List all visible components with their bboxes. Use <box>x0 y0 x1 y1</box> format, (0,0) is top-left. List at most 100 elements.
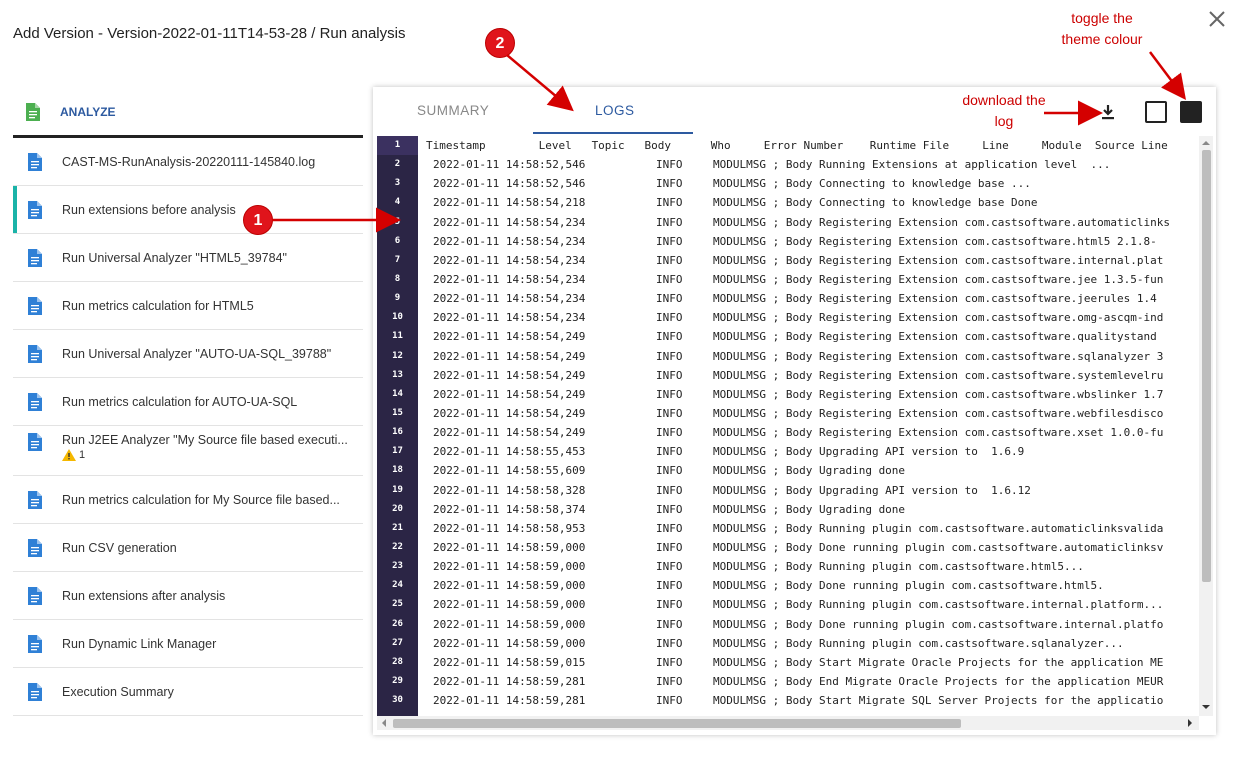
download-icon[interactable] <box>1099 103 1117 121</box>
log-body: MODULMSG ; Body Done running plugin com.… <box>713 617 1164 631</box>
step-label: Run metrics calculation for AUTO-UA-SQL <box>62 394 298 409</box>
log-row: 2022-01-11 14:58:59,000 INFO MODULMSG ; Bo… <box>418 576 1200 595</box>
step-label: Run extensions after analysis <box>62 588 226 603</box>
light-theme-toggle[interactable] <box>1145 101 1167 123</box>
log-level: INFO <box>656 215 683 229</box>
line-number: 23 <box>392 561 403 572</box>
log-timestamp: 2022-01-11 14:58:54,218 <box>433 196 586 210</box>
tab-summary[interactable]: SUMMARY <box>417 103 489 118</box>
log-timestamp: 2022-01-11 14:58:54,249 <box>433 426 586 440</box>
step-item[interactable]: Run CSV generation <box>13 524 363 572</box>
file-icon <box>28 586 42 605</box>
warning-count: 1 <box>62 449 348 461</box>
log-row: 2022-01-11 14:58:54,218 INFO MODULMSG ; Bo… <box>418 193 1200 212</box>
log-timestamp: 2022-01-11 14:58:55,453 <box>433 445 586 459</box>
log-level: INFO <box>656 540 683 554</box>
line-number: 4 <box>394 197 401 208</box>
warning-count-value: 1 <box>79 449 86 461</box>
step-label: Run J2EE Analyzer "My Source file based … <box>62 433 348 447</box>
step-item[interactable]: Run J2EE Analyzer "My Source file based … <box>13 426 363 476</box>
step-item[interactable]: Run Universal Analyzer "AUTO-UA-SQL_3978… <box>13 330 363 378</box>
step-label: Run Universal Analyzer "AUTO-UA-SQL_3978… <box>62 346 332 361</box>
log-body: MODULMSG ; Body Running Extensions at ap… <box>713 158 1111 172</box>
step-item-active[interactable]: Run extensions before analysis <box>13 186 363 234</box>
line-number: 17 <box>392 446 403 457</box>
log-timestamp: 2022-01-11 14:58:54,234 <box>433 292 586 306</box>
log-timestamp: 2022-01-11 14:58:59,000 <box>433 636 586 650</box>
log-body: MODULMSG ; Body Registering Extension co… <box>713 368 1164 382</box>
line-number: 27 <box>392 637 403 648</box>
horizontal-scrollbar[interactable] <box>377 716 1199 730</box>
log-timestamp: 2022-01-11 14:58:59,000 <box>433 540 586 554</box>
dark-theme-toggle[interactable] <box>1180 101 1202 123</box>
vertical-scrollbar[interactable] <box>1199 136 1213 716</box>
log-timestamp: 2022-01-11 14:58:52,546 <box>433 158 586 172</box>
step-item[interactable]: CAST-MS-RunAnalysis-20220111-145840.log <box>13 138 363 186</box>
tab-logs[interactable]: LOGS <box>595 103 635 118</box>
close-icon[interactable] <box>1206 8 1228 30</box>
log-timestamp: 2022-01-11 14:58:54,249 <box>433 349 586 363</box>
log-timestamp: 2022-01-11 14:58:58,953 <box>433 521 586 535</box>
log-row: 2022-01-11 14:58:58,953 INFO MODULMSG ; Bo… <box>418 519 1200 538</box>
step-item[interactable]: Execution Summary <box>13 668 363 716</box>
log-level: INFO <box>656 636 683 650</box>
log-row: 2022-01-11 14:58:52,546 INFO MODULMSG ; Bo… <box>418 174 1200 193</box>
annotation-badge-2: 2 <box>485 28 515 58</box>
log-row: 2022-01-11 14:58:59,281 INFO MODULMSG ; Bo… <box>418 672 1200 691</box>
file-icon <box>28 634 42 653</box>
log-timestamp: 2022-01-11 14:58:52,546 <box>433 177 586 191</box>
green-file-icon <box>26 102 40 121</box>
log-timestamp: 2022-01-11 14:58:59,281 <box>433 674 586 688</box>
log-row: 2022-01-11 14:58:54,249 INFO MODULMSG ; Bo… <box>418 404 1200 423</box>
step-label: Run Dynamic Link Manager <box>62 636 217 651</box>
log-body: MODULMSG ; Body Registering Extension co… <box>713 406 1164 420</box>
log-row: 2022-01-11 14:58:59,000 INFO MODULMSG ; Bo… <box>418 634 1200 653</box>
log-header-text: Timestamp Level Topic Body Who Error Num… <box>426 139 1168 152</box>
scroll-down-icon[interactable] <box>1199 702 1213 712</box>
line-number: 3 <box>394 178 401 189</box>
analyze-header[interactable]: ANALYZE <box>13 88 363 138</box>
log-row: 2022-01-11 14:58:54,234 INFO MODULMSG ; Bo… <box>418 289 1200 308</box>
log-timestamp: 2022-01-11 14:58:54,234 <box>433 215 586 229</box>
log-level: INFO <box>656 234 683 248</box>
log-row: 2022-01-11 14:58:54,249 INFO MODULMSG ; Bo… <box>418 366 1200 385</box>
log-row: 2022-01-11 14:58:59,015 INFO MODULMSG ; Bo… <box>418 653 1200 672</box>
step-item[interactable]: Run Dynamic Link Manager <box>13 620 363 668</box>
log-body: MODULMSG ; Body Connecting to knowledge … <box>713 196 1038 210</box>
horizontal-scroll-thumb[interactable] <box>393 719 961 728</box>
log-timestamp: 2022-01-11 14:58:54,234 <box>433 253 586 267</box>
log-level: INFO <box>656 483 683 497</box>
line-number: 2 <box>394 159 401 170</box>
step-item[interactable]: Run extensions after analysis <box>13 572 363 620</box>
line-number: 20 <box>392 503 403 514</box>
step-item[interactable]: Run metrics calculation for AUTO-UA-SQL <box>13 378 363 426</box>
log-row: 2022-01-11 14:58:58,328 INFO MODULMSG ; Bo… <box>418 481 1200 500</box>
step-label: Run CSV generation <box>62 540 177 555</box>
line-number: 14 <box>392 388 403 399</box>
file-icon <box>28 344 42 363</box>
log-body: MODULMSG ; Body Upgrading API version to… <box>713 445 1025 459</box>
log-panel: SUMMARY LOGS 1 2 3 4 5 6 7 8 9 10 11 12 13 14 15 16 17 18… <box>373 87 1216 735</box>
log-body: MODULMSG ; Body Connecting to knowledge … <box>713 177 1031 191</box>
log-body: MODULMSG ; Body Registering Extension co… <box>713 253 1164 267</box>
log-level: INFO <box>656 196 683 210</box>
scroll-right-icon[interactable] <box>1185 716 1195 730</box>
log-body: MODULMSG ; Body Start Migrate Oracle Pro… <box>713 655 1164 669</box>
log-level: INFO <box>656 368 683 382</box>
log-row: 2022-01-11 14:58:54,249 INFO MODULMSG ; Bo… <box>418 423 1200 442</box>
log-level: INFO <box>656 272 683 286</box>
file-icon <box>28 392 42 411</box>
log-level: INFO <box>656 406 683 420</box>
step-item[interactable]: Run Universal Analyzer "HTML5_39784" <box>13 234 363 282</box>
log-viewer[interactable]: 1 2 3 4 5 6 7 8 9 10 11 12 13 14 15 16 17 18 19 20 21 22 23 24 2… <box>377 136 1213 732</box>
line-number: 28 <box>392 656 403 667</box>
log-timestamp: 2022-01-11 14:58:59,015 <box>433 655 586 669</box>
scroll-up-icon[interactable] <box>1199 138 1213 148</box>
log-body: MODULMSG ; Body Running plugin com.casts… <box>713 598 1164 612</box>
vertical-scroll-thumb[interactable] <box>1202 150 1211 582</box>
step-item[interactable]: Run metrics calculation for My Source fi… <box>13 476 363 524</box>
file-icon <box>28 152 42 171</box>
log-level: INFO <box>656 311 683 325</box>
step-item[interactable]: Run metrics calculation for HTML5 <box>13 282 363 330</box>
scroll-left-icon[interactable] <box>379 716 389 730</box>
